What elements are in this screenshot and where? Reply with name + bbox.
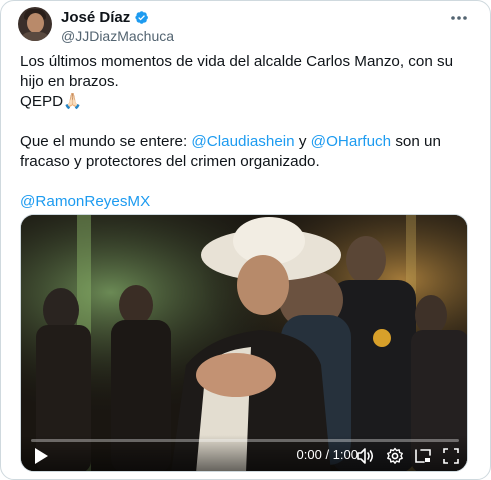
more-options-icon[interactable] [448,9,470,27]
tweet-line-1: Los últimos momentos de vida del alcalde… [20,53,454,90]
verified-badge-icon [135,11,149,24]
tweet-line-3: Que el mundo se entere: @Claudiashein y … [20,132,475,172]
settings-icon[interactable] [385,446,405,466]
author-display-name[interactable]: José Díaz [61,9,130,26]
mention-link-ramonreyesmx[interactable]: @RamonReyesMX [20,193,150,210]
video-frame [21,215,467,471]
avatar[interactable] [18,7,52,41]
author-name-row: José Díaz [61,9,149,26]
video-progress-bar[interactable] [31,439,459,442]
video-time: 0:00 / 1:00 [296,447,358,462]
play-icon[interactable] [33,447,49,465]
tweet-line-3-prefix: Que el mundo se entere: [20,133,192,150]
tweet-text: Los últimos momentos de vida del alcalde… [20,52,475,212]
tweet-line-2: QEPD🙏🏻 [20,93,82,110]
tweet-card: José Díaz @JJDiazMachuca Los últimos mom… [0,0,491,480]
tweet-line-3-middle: y [294,133,311,150]
pip-icon[interactable] [413,446,433,466]
mention-link-oharfuch[interactable]: @OHarfuch [311,133,391,150]
author-handle[interactable]: @JJDiazMachuca [61,28,174,44]
video-player[interactable]: 0:00 / 1:00 [20,214,468,472]
fullscreen-icon[interactable] [441,446,461,466]
video-controls: 0:00 / 1:00 [21,435,467,471]
mention-link-claudiashein[interactable]: @Claudiashein [191,133,294,150]
volume-icon[interactable] [355,446,375,466]
